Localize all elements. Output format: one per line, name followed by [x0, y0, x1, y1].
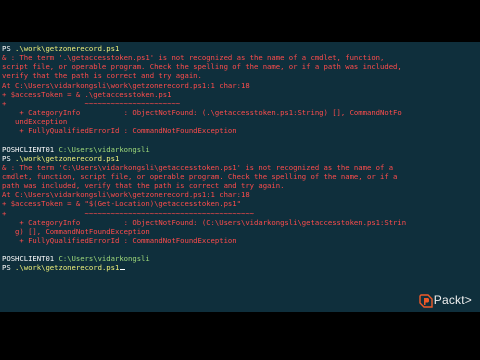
console-line: + ~~~~~~~~~~~~~~~~~~~~~~	[2, 99, 480, 108]
text-cursor	[120, 268, 126, 271]
console-line: undException	[2, 117, 480, 126]
packt-logo-text: Packt>	[433, 293, 472, 307]
console-line: + ~~~~~~~~~~~~~~~~~~~~~~~~~~~~~~~~~~~~~~…	[2, 209, 480, 218]
powershell-console[interactable]: PS .\work\getzonerecord.ps1 & : The term …	[0, 42, 480, 312]
console-line: + FullyQualifiedErrorId : CommandNotFoun…	[2, 236, 480, 245]
console-line: PS .\work\getzonerecord.ps1	[2, 263, 480, 272]
console-text-segment: .\work\getzonerecord.ps1	[15, 153, 120, 163]
console-text-segment: g) [], CommandNotFoundException	[2, 226, 150, 236]
console-text-segment: script file, or operable program. Check …	[2, 62, 402, 72]
console-text-segment: + ~~~~~~~~~~~~~~~~~~~~~~	[2, 98, 181, 108]
console-line: + CategoryInfo : ObjectNotFound: (C:\Use…	[2, 218, 480, 227]
console-text-segment: + CategoryInfo : ObjectNotFound: (C:\Use…	[2, 217, 407, 227]
console-text-segment: & : The term '.\getaccesstoken.ps1' is n…	[2, 53, 385, 63]
console-text-segment: + ~~~~~~~~~~~~~~~~~~~~~~~~~~~~~~~~~~~~~~…	[2, 208, 255, 218]
console-line: & : The term 'C:\Users\vidarkongsli\geta…	[2, 163, 480, 172]
console-line: At C:\Users\vidarkongsli\work\getzonerec…	[2, 81, 480, 90]
console-line: + CategoryInfo : ObjectNotFound: (.\geta…	[2, 108, 480, 117]
console-text-segment: POSHCLIENT01	[2, 254, 59, 264]
console-line: path was included, verify that the path …	[2, 181, 480, 190]
console-text-segment: At C:\Users\vidarkongsli\work\getzonerec…	[2, 190, 250, 200]
console-line: script file, or operable program. Check …	[2, 62, 480, 71]
console-text-segment: + FullyQualifiedErrorId : CommandNotFoun…	[2, 235, 237, 245]
console-text-segment: PS	[2, 44, 16, 53]
packt-logo: Packt>	[419, 293, 472, 308]
console-text-segment: & : The term 'C:\Users\vidarkongsli\geta…	[2, 162, 394, 172]
console-text-segment: verify that the path is correct and try …	[2, 71, 202, 81]
console-text-segment: .\work\getzonerecord.ps1	[15, 44, 120, 53]
console-text-segment: + $accessToken = & .\getaccesstoken.ps1	[2, 89, 172, 99]
console-text-segment: path was included, verify that the path …	[2, 181, 285, 191]
console-line: cmdlet, function, script file, or operab…	[2, 172, 480, 181]
console-text-segment: + FullyQualifiedErrorId : CommandNotFoun…	[2, 126, 237, 136]
console-text-segment: PS	[2, 263, 16, 273]
console-line: g) [], CommandNotFoundException	[2, 227, 480, 236]
console-text-segment: + CategoryInfo : ObjectNotFound: (.\geta…	[2, 107, 402, 117]
console-line: + $accessToken = & "$(Get-Location)\geta…	[2, 199, 480, 208]
console-text-segment: At C:\Users\vidarkongsli\work\getzonerec…	[2, 80, 250, 90]
console-text-segment: PS	[2, 153, 16, 163]
console-text-segment: cmdlet, function, script file, or operab…	[2, 171, 398, 181]
console-line: PS .\work\getzonerecord.ps1	[2, 44, 480, 53]
console-text-segment: + $accessToken = & "$(Get-Location)\geta…	[2, 199, 241, 209]
console-text-segment: C:\Users\vidarkongsli	[58, 144, 150, 154]
console-line: + FullyQualifiedErrorId : CommandNotFoun…	[2, 126, 480, 135]
console-line: POSHCLIENT01 C:\Users\vidarkongsli	[2, 145, 480, 154]
console-line: At C:\Users\vidarkongsli\work\getzonerec…	[2, 190, 480, 199]
console-text-segment: undException	[2, 117, 68, 127]
console-line: verify that the path is correct and try …	[2, 71, 480, 80]
packt-logo-icon	[419, 293, 433, 308]
console-line: + $accessToken = & .\getaccesstoken.ps1	[2, 90, 480, 99]
console-text-segment: POSHCLIENT01	[2, 144, 59, 154]
console-line: PS .\work\getzonerecord.ps1	[2, 154, 480, 163]
console-line: POSHCLIENT01 C:\Users\vidarkongsli	[2, 254, 480, 263]
console-text-segment: .\work\getzonerecord.ps1	[15, 263, 120, 273]
console-line: & : The term '.\getaccesstoken.ps1' is n…	[2, 53, 480, 62]
console-text-segment: C:\Users\vidarkongsli	[58, 254, 150, 264]
